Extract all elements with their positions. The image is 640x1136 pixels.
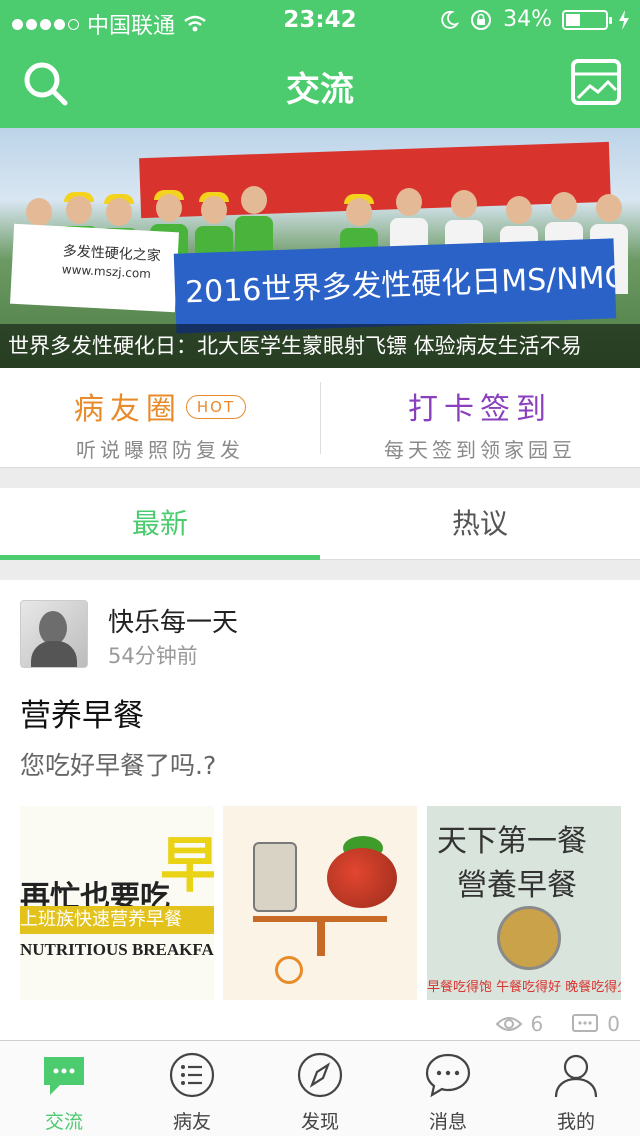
tabbar-item-messages[interactable]: 消息: [384, 1041, 512, 1136]
shaker-cup-shape: [253, 842, 297, 912]
tabbar-item-discover[interactable]: 发现: [256, 1041, 384, 1136]
view-count: 6: [530, 1012, 544, 1036]
charging-icon: [619, 9, 629, 30]
thumb3-footer: 早餐吃得饱 午餐吃得好 晚餐吃得少: [427, 980, 621, 995]
checkin-title: 打卡签到: [408, 392, 552, 427]
nav-bar: 交流: [0, 40, 640, 128]
thumb3-line1: 天下第一餐: [437, 825, 587, 858]
banner-caption: 世界多发性硬化日：北大医学生蒙眼射飞镖 体验病友生活不易: [0, 324, 640, 368]
battery-icon: [562, 9, 612, 30]
bottom-tab-bar: 交流 病友 发现 消息 我的: [0, 1040, 640, 1136]
photo-album-icon[interactable]: [570, 58, 622, 106]
post-card[interactable]: 快乐每一天 54分钟前 营养早餐 您吃好早餐了吗.? 再忙也要吃 早 上班族快速…: [0, 580, 640, 1040]
tab-hot-discussion[interactable]: 热议: [320, 488, 640, 560]
post-image-1[interactable]: 再忙也要吃 早 上班族快速营养早餐 NUTRITIOUS BREAKFAST: [20, 806, 214, 1000]
thumb3-line2: 營養早餐: [457, 869, 577, 902]
quick-tiles: 病友圈 HOT 听说曝照防复发 打卡签到 每天签到领家园豆: [0, 368, 640, 468]
tab-latest[interactable]: 最新: [0, 488, 320, 560]
feed-tabs: 最新 热议: [0, 488, 640, 560]
post-stats: 6 0: [495, 1012, 620, 1036]
post-time: 54分钟前: [108, 644, 198, 668]
fruit-shape: [327, 848, 397, 908]
hot-badge: HOT: [185, 394, 247, 419]
tabbar-label: 交流: [44, 1111, 83, 1133]
list-icon: [169, 1052, 215, 1098]
person-icon: [554, 1054, 598, 1098]
checkin-subtitle: 每天签到领家园豆: [384, 438, 576, 462]
patient-circle-title: 病友圈: [73, 392, 182, 427]
eye-icon: [495, 1017, 522, 1031]
tabbar-item-patients[interactable]: 病友: [128, 1041, 256, 1136]
message-icon: [425, 1053, 471, 1098]
comment-count: 0: [607, 1012, 620, 1036]
tabbar-label: 病友: [172, 1111, 211, 1133]
banner-card: 多发性硬化之家 www.mszj.com: [10, 223, 179, 313]
tabbar-label: 发现: [300, 1111, 339, 1133]
post-body[interactable]: 您吃好早餐了吗.?: [20, 746, 216, 782]
compass-icon: [297, 1052, 343, 1098]
page-title: 交流: [286, 70, 354, 110]
tabbar-item-me[interactable]: 我的: [512, 1041, 640, 1136]
post-image-2[interactable]: [223, 806, 417, 1000]
avatar[interactable]: [20, 600, 88, 668]
comment-icon: [572, 1014, 599, 1032]
thumb1-strip: 上班族快速营养早餐: [20, 906, 214, 934]
blue-banner-text: 2016世界多发性硬化日MS/NMO北京病友会: [173, 238, 617, 334]
post-author[interactable]: 快乐每一天: [108, 602, 238, 639]
badge-coin-icon: [497, 906, 561, 970]
post-title[interactable]: 营养早餐: [20, 690, 144, 735]
patient-circle-tile[interactable]: 病友圈 HOT 听说曝照防复发: [0, 368, 320, 468]
checkin-tile[interactable]: 打卡签到 每天签到领家园豆: [320, 368, 640, 468]
tabbar-item-exchange[interactable]: 交流: [0, 1041, 128, 1136]
moon-icon: [441, 10, 460, 29]
thumb1-big-char: 早: [160, 831, 214, 901]
patient-circle-subtitle: 听说曝照防复发: [76, 438, 244, 462]
tabbar-label: 消息: [428, 1111, 467, 1133]
scale-pillar-shape: [317, 916, 325, 956]
active-tab-indicator: [0, 555, 320, 560]
tabbar-label: 我的: [556, 1111, 595, 1133]
thumb1-english: NUTRITIOUS BREAKFAST: [20, 940, 214, 959]
status-bar: 中国联通 23:42 34%: [0, 0, 640, 40]
sun-logo-icon: [275, 956, 303, 984]
chat-bubble-icon: [44, 1057, 84, 1095]
battery-percent: 34%: [503, 7, 552, 32]
banner-carousel[interactable]: 多发性硬化之家 www.mszj.com 2016世界多发性硬化日MS/NMO北…: [0, 128, 640, 368]
post-image-3[interactable]: 天下第一餐 營養早餐 早餐吃得饱 午餐吃得好 晚餐吃得少: [427, 806, 621, 1000]
rotation-lock-icon: [471, 9, 492, 30]
